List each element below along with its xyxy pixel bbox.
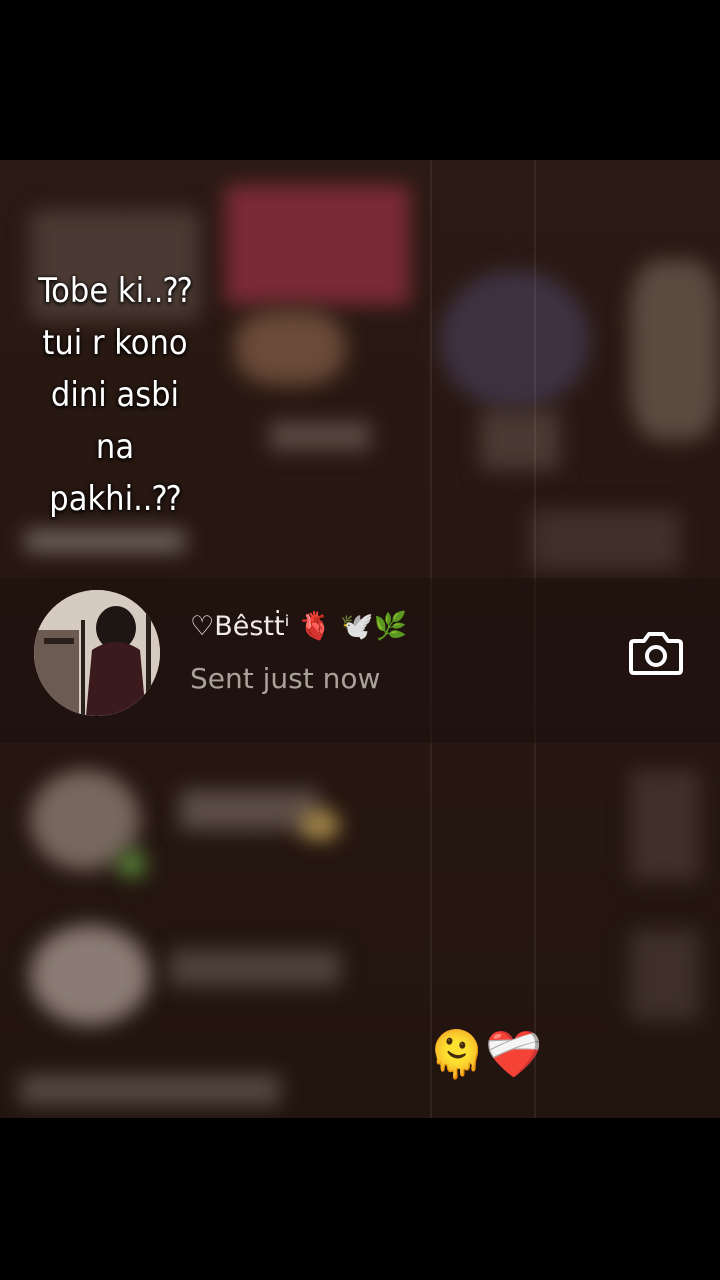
camera-icon[interactable] [628, 628, 684, 678]
letterbox-top [0, 0, 720, 160]
blurred-shape [270, 422, 370, 450]
blurred-shape [25, 530, 185, 552]
overlay-caption: Tobe ki..⁇ tui r kono dini asbi na pakhi… [38, 271, 192, 519]
chat-list-row[interactable]: ♡Bêstṫⁱ 🫀 🕊️🌿 Sent just now [0, 578, 720, 743]
message-status: Sent just now [190, 662, 381, 695]
blurred-shape [530, 510, 680, 570]
contact-name: ♡Bêstṫⁱ 🫀 🕊️🌿 [190, 611, 408, 642]
blurred-shape [235, 310, 345, 385]
blurred-shape [180, 790, 320, 830]
blurred-shape [480, 410, 560, 470]
letterbox-bottom [0, 1118, 720, 1280]
avatar-photo [34, 590, 160, 716]
blurred-shape [118, 850, 146, 878]
blurred-shape [630, 930, 700, 1020]
blurred-shape [170, 950, 340, 986]
blurred-shape [630, 260, 720, 440]
video-frame: Tobe ki..⁇ tui r kono dini asbi na pakhi… [0, 160, 720, 1118]
blurred-shape [630, 770, 700, 880]
blurred-shape [30, 925, 150, 1025]
blurred-shape [225, 185, 410, 305]
blurred-shape [300, 810, 340, 840]
emoji-sticker: 🫠❤️‍🩹 [428, 1027, 543, 1081]
blurred-shape [440, 270, 590, 410]
blurred-shape [20, 1075, 280, 1105]
avatar[interactable] [34, 590, 160, 716]
